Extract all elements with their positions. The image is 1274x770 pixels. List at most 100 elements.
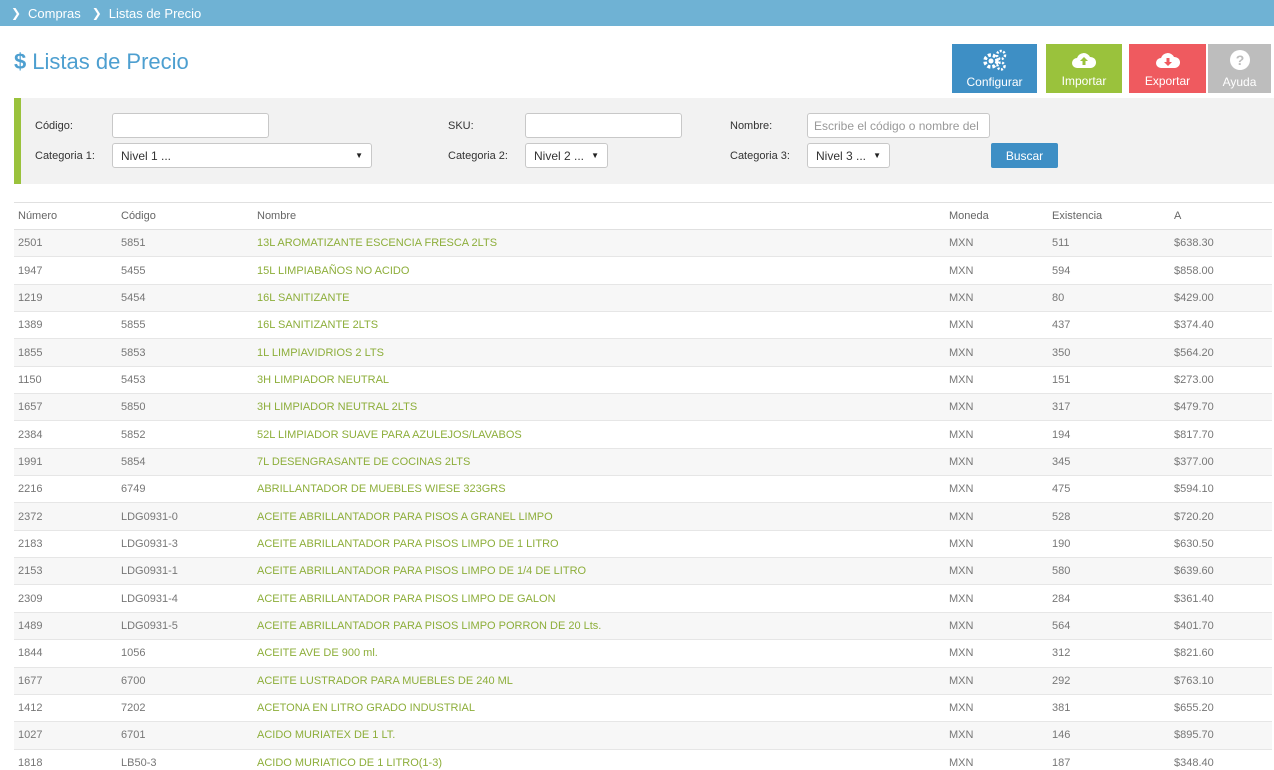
- cell-numero: 1844: [14, 639, 117, 668]
- categoria3-label: Categoria 3:: [730, 150, 790, 162]
- table-row[interactable]: 2183 LDG0931-3 ACEITE ABRILLANTADOR PARA P…: [14, 530, 1272, 559]
- table-header-row: Número Código Nombre Moneda Existencia A: [14, 202, 1272, 230]
- column-header-codigo[interactable]: Código: [117, 202, 253, 230]
- cell-a: $895.70: [1170, 721, 1272, 750]
- categoria2-select[interactable]: Nivel 2 ... ▼: [525, 143, 608, 168]
- cell-numero: 1027: [14, 721, 117, 750]
- table-row[interactable]: 1818 LB50-3 ACIDO MURIATICO DE 1 LITRO(1-3…: [14, 749, 1272, 770]
- nombre-input[interactable]: [807, 113, 990, 138]
- cell-nombre[interactable]: ACIDO MURIATEX DE 1 LT.: [253, 721, 945, 750]
- cell-existencia: 594: [1048, 256, 1170, 285]
- table-row[interactable]: 1947 5455 15L LIMPIABAÑOS NO ACIDO MXN 594 $8…: [14, 256, 1272, 285]
- cell-codigo: LDG0931-0: [117, 502, 253, 531]
- cell-nombre[interactable]: ACEITE ABRILLANTADOR PARA PISOS LIMPO DE…: [253, 530, 945, 559]
- cell-existencia: 345: [1048, 448, 1170, 477]
- cell-moneda: MXN: [945, 393, 1048, 422]
- cell-nombre[interactable]: ACEITE AVE DE 900 ml.: [253, 639, 945, 668]
- cell-numero: 1991: [14, 448, 117, 477]
- cell-nombre[interactable]: 3H LIMPIADOR NEUTRAL 2LTS: [253, 393, 945, 422]
- buscar-button[interactable]: Buscar: [991, 143, 1058, 168]
- cell-existencia: 146: [1048, 721, 1170, 750]
- caret-down-icon: ▼: [591, 151, 599, 160]
- cell-nombre[interactable]: 52L LIMPIADOR SUAVE PARA AZULEJOS/LAVABO…: [253, 420, 945, 449]
- breadcrumb-item-compras[interactable]: Compras: [28, 6, 81, 21]
- categoria3-select[interactable]: Nivel 3 ... ▼: [807, 143, 890, 168]
- table-row[interactable]: 2372 LDG0931-0 ACEITE ABRILLANTADOR PARA P…: [14, 502, 1272, 531]
- cell-a: $361.40: [1170, 584, 1272, 613]
- table-row[interactable]: 1412 7202 ACETONA EN LITRO GRADO INDUSTRIA…: [14, 694, 1272, 723]
- table-row[interactable]: 1489 LDG0931-5 ACEITE ABRILLANTADOR PARA P…: [14, 612, 1272, 641]
- table-row[interactable]: 1844 1056 ACEITE AVE DE 900 ml. MXN 312 $821.…: [14, 639, 1272, 668]
- table-row[interactable]: 2384 5852 52L LIMPIADOR SUAVE PARA AZULEJO…: [14, 420, 1272, 449]
- column-header-a[interactable]: A: [1170, 202, 1272, 230]
- cell-moneda: MXN: [945, 229, 1048, 258]
- cell-nombre[interactable]: ACEITE ABRILLANTADOR PARA PISOS A GRANEL…: [253, 502, 945, 531]
- breadcrumb-item-listas: Listas de Precio: [108, 5, 202, 21]
- cell-existencia: 511: [1048, 229, 1170, 258]
- categoria1-value: Nivel 1 ...: [121, 148, 172, 163]
- cell-nombre[interactable]: 16L SANITIZANTE: [253, 284, 945, 313]
- column-header-nombre[interactable]: Nombre: [253, 202, 945, 230]
- price-list-table: Número Código Nombre Moneda Existencia A…: [14, 202, 1272, 770]
- cell-existencia: 284: [1048, 584, 1170, 613]
- cell-moneda: MXN: [945, 448, 1048, 477]
- chevron-right-icon: ❯: [10, 6, 22, 20]
- cell-nombre[interactable]: ABRILLANTADOR DE MUEBLES WIESE 323GRS: [253, 475, 945, 504]
- table-row[interactable]: 1389 5855 16L SANITIZANTE 2LTS MXN 437 $374.4…: [14, 311, 1272, 340]
- cell-moneda: MXN: [945, 284, 1048, 313]
- importar-button[interactable]: Importar: [1046, 44, 1122, 93]
- cell-a: $377.00: [1170, 448, 1272, 477]
- cell-nombre[interactable]: ACETONA EN LITRO GRADO INDUSTRIAL: [253, 694, 945, 723]
- cell-nombre[interactable]: 15L LIMPIABAÑOS NO ACIDO: [253, 256, 945, 285]
- cell-nombre[interactable]: ACEITE ABRILLANTADOR PARA PISOS LIMPO DE…: [253, 584, 945, 613]
- cell-existencia: 317: [1048, 393, 1170, 422]
- table-row[interactable]: 2501 5851 13L AROMATIZANTE ESCENCIA FRESCA…: [14, 229, 1272, 258]
- cell-a: $401.70: [1170, 612, 1272, 641]
- table-row[interactable]: 1855 5853 1L LIMPIAVIDRIOS 2 LTS MXN 350 $564…: [14, 338, 1272, 367]
- ayuda-button[interactable]: ? Ayuda: [1208, 44, 1271, 93]
- cell-numero: 1657: [14, 393, 117, 422]
- cell-nombre[interactable]: ACIDO MURIATICO DE 1 LITRO(1-3): [253, 749, 945, 770]
- cell-existencia: 312: [1048, 639, 1170, 668]
- table-row[interactable]: 1677 6700 ACEITE LUSTRADOR PARA MUEBLES DE…: [14, 667, 1272, 695]
- cell-numero: 1677: [14, 667, 117, 695]
- cell-moneda: MXN: [945, 584, 1048, 613]
- cell-nombre[interactable]: ACEITE LUSTRADOR PARA MUEBLES DE 240 ML: [253, 667, 945, 695]
- cell-numero: 2501: [14, 229, 117, 258]
- page-title-text: Listas de Precio: [32, 49, 189, 74]
- exportar-button[interactable]: Exportar: [1129, 44, 1206, 93]
- cell-a: $858.00: [1170, 256, 1272, 285]
- column-header-numero[interactable]: Número: [14, 202, 117, 230]
- cell-codigo: LDG0931-3: [117, 530, 253, 559]
- cell-nombre[interactable]: 7L DESENGRASANTE DE COCINAS 2LTS: [253, 448, 945, 477]
- cell-numero: 2216: [14, 475, 117, 504]
- cell-nombre[interactable]: 1L LIMPIAVIDRIOS 2 LTS: [253, 338, 945, 367]
- cell-codigo: LB50-3: [117, 749, 253, 770]
- table-row[interactable]: 2309 LDG0931-4 ACEITE ABRILLANTADOR PARA P…: [14, 584, 1272, 613]
- table-row[interactable]: 1219 5454 16L SANITIZANTE MXN 80 $429.00: [14, 284, 1272, 313]
- table-row[interactable]: 1657 5850 3H LIMPIADOR NEUTRAL 2LTS MXN 317 $…: [14, 393, 1272, 422]
- table-row[interactable]: 1027 6701 ACIDO MURIATEX DE 1 LT. MXN 146 $89…: [14, 721, 1272, 750]
- cell-nombre[interactable]: 16L SANITIZANTE 2LTS: [253, 311, 945, 340]
- cell-codigo: 1056: [117, 639, 253, 668]
- cell-nombre[interactable]: 13L AROMATIZANTE ESCENCIA FRESCA 2LTS: [253, 229, 945, 258]
- column-header-existencia[interactable]: Existencia: [1048, 202, 1170, 230]
- cell-codigo: LDG0931-5: [117, 612, 253, 641]
- categoria1-select[interactable]: Nivel 1 ... ▼: [112, 143, 372, 168]
- table-row[interactable]: 2153 LDG0931-1 ACEITE ABRILLANTADOR PARA P…: [14, 557, 1272, 586]
- cell-nombre[interactable]: ACEITE ABRILLANTADOR PARA PISOS LIMPO PO…: [253, 612, 945, 641]
- cell-moneda: MXN: [945, 557, 1048, 586]
- categoria2-value: Nivel 2 ...: [534, 148, 585, 163]
- cell-nombre[interactable]: 3H LIMPIADOR NEUTRAL: [253, 366, 945, 395]
- configurar-button[interactable]: Configurar: [952, 44, 1037, 93]
- table-row[interactable]: 1150 5453 3H LIMPIADOR NEUTRAL MXN 151 $273.0…: [14, 366, 1272, 395]
- cell-existencia: 190: [1048, 530, 1170, 559]
- codigo-input[interactable]: [112, 113, 269, 138]
- cell-nombre[interactable]: ACEITE ABRILLANTADOR PARA PISOS LIMPO DE…: [253, 557, 945, 586]
- nombre-label: Nombre:: [730, 120, 773, 132]
- table-row[interactable]: 1991 5854 7L DESENGRASANTE DE COCINAS 2LTS…: [14, 448, 1272, 477]
- sku-input[interactable]: [525, 113, 682, 138]
- table-row[interactable]: 2216 6749 ABRILLANTADOR DE MUEBLES WIESE 3…: [14, 475, 1272, 504]
- column-header-moneda[interactable]: Moneda: [945, 202, 1048, 230]
- cell-existencia: 528: [1048, 502, 1170, 531]
